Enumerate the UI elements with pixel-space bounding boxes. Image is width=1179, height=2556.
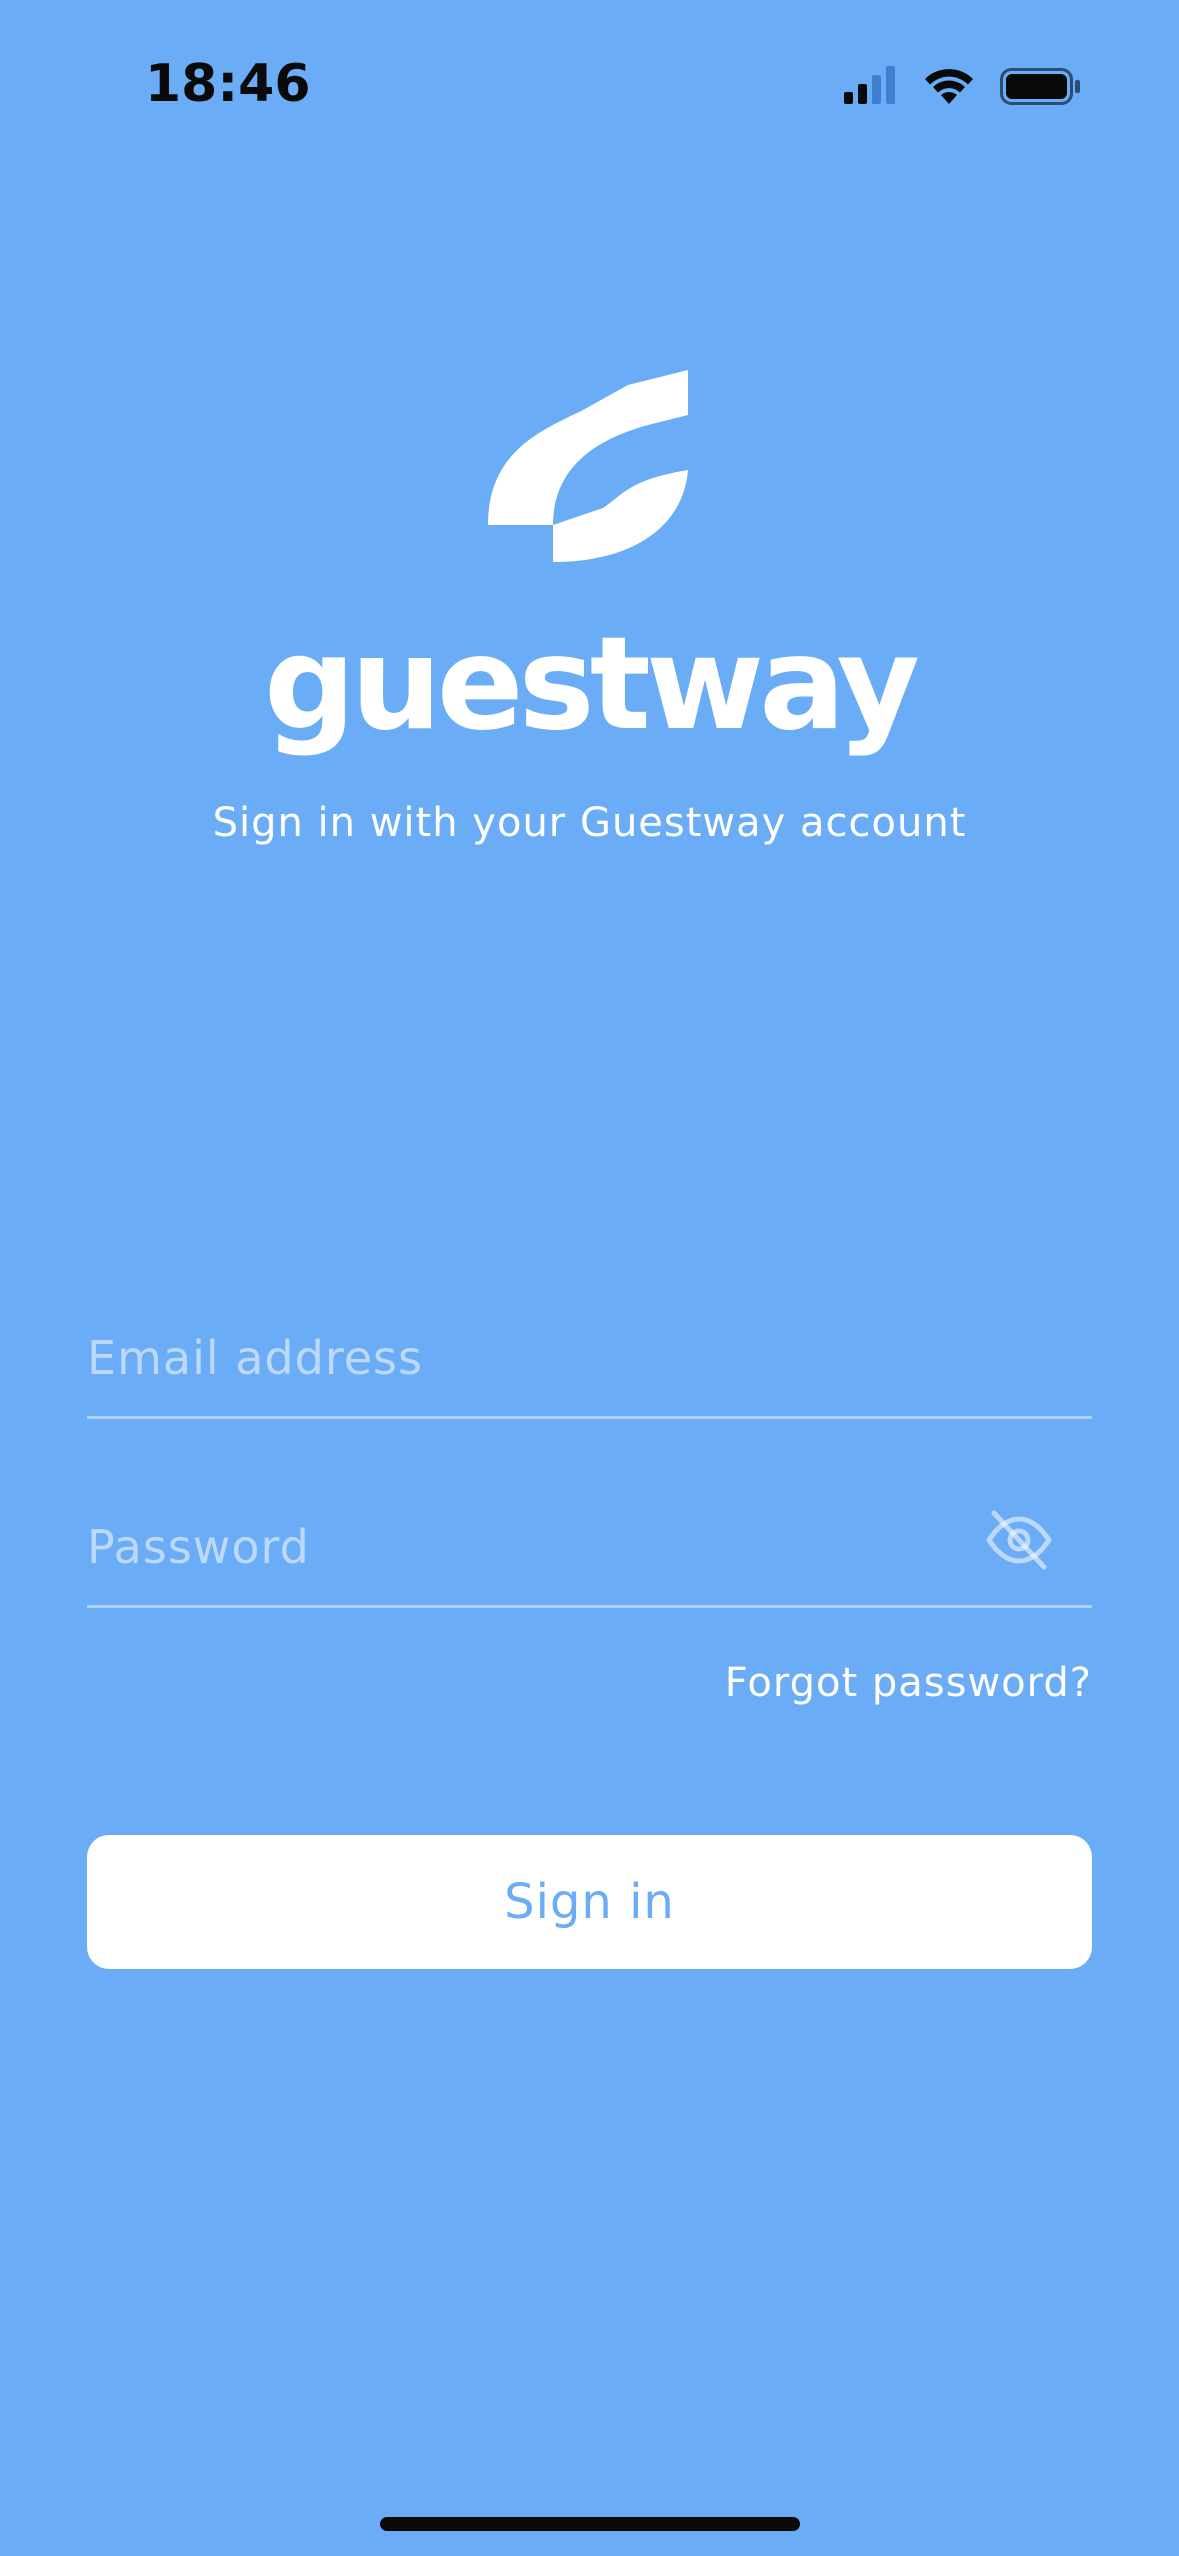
eye-slash-icon[interactable] (984, 1505, 1054, 1575)
status-icons (844, 66, 1080, 105)
status-time: 18:46 (145, 54, 311, 114)
cellular-signal-icon (844, 66, 895, 104)
password-input[interactable] (87, 1507, 987, 1587)
home-indicator (380, 2517, 800, 2531)
email-input[interactable] (87, 1318, 987, 1398)
sign-in-button[interactable]: Sign in (87, 1835, 1092, 1969)
guestway-logo-icon (488, 370, 688, 562)
brand-wordmark: guestway (263, 610, 920, 759)
signin-subtitle: Sign in with your Guestway account (212, 800, 967, 846)
forgot-password-link[interactable]: Forgot password? (725, 1660, 1092, 1706)
wifi-icon (925, 69, 973, 104)
email-field-container (87, 1308, 1092, 1419)
status-bar: 18:46 (0, 0, 1179, 150)
password-field-container (87, 1497, 1092, 1608)
battery-icon (1000, 68, 1080, 105)
